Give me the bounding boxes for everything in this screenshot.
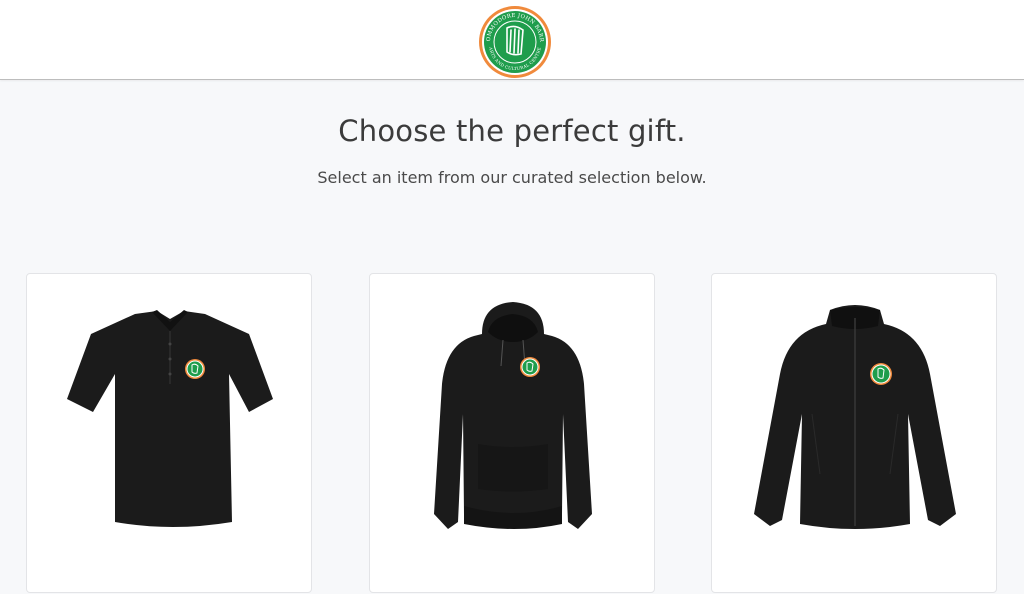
crest-icon	[520, 357, 540, 377]
page-title: Choose the perfect gift.	[338, 114, 686, 148]
product-card-hoodie[interactable]	[369, 273, 655, 593]
hoodie-image	[434, 302, 592, 529]
crest-icon	[185, 359, 205, 379]
crest-icon	[870, 363, 892, 385]
product-card-jacket[interactable]	[711, 273, 997, 593]
page-subtitle: Select an item from our curated selectio…	[317, 168, 707, 187]
jacket-image	[754, 305, 956, 529]
brand-logo[interactable]: COMMODORE JOHN BARRY ARTS AND CULTURAL C…	[477, 4, 553, 80]
site-header: COMMODORE JOHN BARRY ARTS AND CULTURAL C…	[0, 0, 1024, 80]
brand-seal: COMMODORE JOHN BARRY ARTS AND CULTURAL C…	[477, 4, 551, 78]
product-card-polo[interactable]	[26, 273, 312, 593]
polo-shirt-image	[67, 310, 273, 527]
